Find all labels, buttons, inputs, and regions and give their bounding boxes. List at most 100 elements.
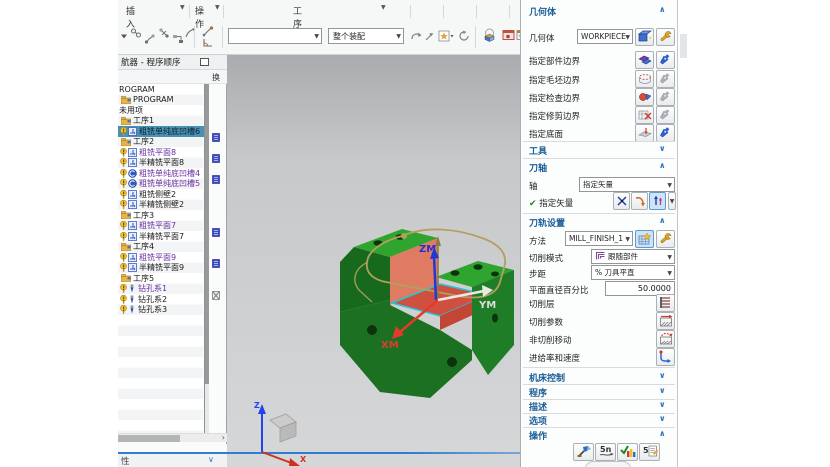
toolchange-marker-icon (212, 253, 220, 262)
tree-group-row[interactable]: 工序2 (118, 137, 204, 148)
method-combo[interactable]: MILL_FINISH_1▼ (565, 231, 633, 246)
stepover-combo[interactable]: % 刀具平直▼ (591, 265, 675, 280)
cut-mode-combo[interactable]: 跟随部件▼ (591, 249, 675, 264)
chevron-down-icon[interactable]: ∨ (208, 455, 214, 464)
mill-operation-icon (128, 200, 137, 209)
tree-operation-row[interactable]: 半精铣平面9 (118, 263, 204, 274)
tree-horizontal-scrollbar[interactable]: › (118, 433, 227, 442)
vector-more-button[interactable]: ▼ (668, 192, 676, 210)
edit-geometry-button[interactable] (656, 28, 675, 46)
edit-wrench-icon (659, 230, 672, 249)
tree-operation-row[interactable]: 半精铣平面7 (118, 231, 204, 242)
view-cube-icon[interactable] (482, 28, 497, 42)
specify-part-boundary-button[interactable] (635, 51, 654, 69)
tree-operation-row[interactable]: 半精铣平面8 (118, 158, 204, 169)
playback-button[interactable]: 5n (595, 443, 616, 461)
tree-item-label: 半精铣平面9 (139, 263, 184, 274)
tree-group-row[interactable]: 工序1 (118, 116, 204, 127)
specify-trim-boundary-button[interactable] (635, 106, 654, 124)
specify-blank-boundary-button[interactable] (635, 70, 654, 88)
section-description[interactable]: 描述∨ (521, 399, 677, 413)
section-machine-control[interactable]: 机床控制∨ (521, 370, 677, 384)
vector-infer-button[interactable] (631, 192, 648, 210)
new-method-button[interactable] (635, 230, 654, 248)
tree-operation-row[interactable]: 粗铣单纯底凹槽4 (118, 168, 204, 179)
tree-operation-row[interactable]: 粗铣单纯底凹槽5 (118, 179, 204, 190)
tree-item-label: 工序5 (133, 273, 154, 284)
operation-dialog: 几何体∧ 几何体 WORKPIECE▼ 指定部件边界指定毛坯边界指定检查边界指定… (520, 0, 678, 467)
tree-item-label: 未用项 (119, 105, 143, 116)
tree-operation-row[interactable]: 钻孔系2 (118, 294, 204, 305)
tree-group-row[interactable]: 工序4 (118, 242, 204, 253)
verify-button[interactable] (617, 443, 638, 461)
star-box-icon[interactable] (438, 30, 454, 42)
assembly-scope-combo[interactable]: 整个装配▼ (328, 28, 404, 44)
tree-operation-row[interactable]: 粗铣单纯底凹槽6 (118, 126, 204, 137)
swap-nodes-icon[interactable] (158, 27, 170, 39)
vector-up-button[interactable] (649, 192, 666, 210)
display-button[interactable] (656, 124, 675, 142)
display-button[interactable] (656, 51, 675, 69)
snap-angle-icon[interactable] (202, 37, 214, 48)
menu-operation-caret[interactable]: ▼ (381, 4, 386, 11)
tree-vertical-scrollbar[interactable] (205, 84, 209, 433)
panel-window-icon[interactable] (200, 58, 209, 66)
display-button[interactable] (656, 70, 675, 88)
cut-levels-button[interactable] (656, 294, 675, 312)
redo-arrow-icon[interactable] (410, 30, 422, 42)
section-path-settings[interactable]: 刀轨设置∧ (521, 215, 677, 229)
tree-operation-row[interactable]: 粗铣侧壁2 (118, 189, 204, 200)
feeds-speeds-button[interactable] (656, 348, 675, 366)
axis-combo[interactable]: 指定矢量▼ (579, 177, 675, 192)
non-cutting-moves-button[interactable] (656, 330, 675, 348)
geometry-combo[interactable]: WORKPIECE▼ (577, 29, 633, 44)
new-geometry-button[interactable] (635, 28, 654, 46)
link-chain-icon[interactable] (130, 27, 142, 39)
tree-operation-row[interactable]: 钻孔系1 (118, 284, 204, 295)
tree-operation-row[interactable]: 粗铣平面7 (118, 221, 204, 232)
tree-operation-row[interactable]: 钻孔系3 (118, 305, 204, 316)
tree-item-label: 粗铣侧壁2 (139, 189, 176, 200)
link-nodes-icon[interactable] (144, 33, 156, 45)
cutting-params-button[interactable] (656, 312, 675, 330)
section-program[interactable]: 程序∨ (521, 385, 677, 399)
section-tool[interactable]: 工具∨ (521, 143, 677, 157)
specify-floor-button[interactable] (635, 124, 654, 142)
window-red-icon[interactable] (502, 29, 515, 41)
tree-operation-row[interactable]: 未用项 (118, 105, 204, 116)
generate-button[interactable] (573, 443, 594, 461)
tree-operation-row[interactable]: 粗铣平面9 (118, 252, 204, 263)
section-tool-axis[interactable]: 刀轴∧ (521, 160, 677, 174)
part-model[interactable]: ZM XM YM (335, 210, 525, 405)
snap-point-icon[interactable] (202, 26, 214, 37)
reorder-nodes-icon[interactable] (172, 33, 184, 45)
tree-operation-row[interactable]: 粗铣平面8 (118, 147, 204, 158)
tree-group-row[interactable]: 工序5 (118, 273, 204, 284)
dropdown-caret-icon[interactable] (120, 32, 128, 40)
list-button[interactable]: 5 (639, 443, 660, 461)
menu-insert-caret[interactable]: ▼ (180, 4, 185, 11)
tree-group-row[interactable]: PROGRAM (118, 95, 204, 106)
tree-operation-row[interactable]: ROGRAM (118, 84, 204, 95)
specify-check-boundary-button[interactable] (635, 88, 654, 106)
tree-group-row[interactable]: 工序3 (118, 210, 204, 221)
menu-operation[interactable]: 工序 (293, 4, 302, 30)
display-button[interactable] (656, 88, 675, 106)
branch-arrow-icon[interactable] (424, 30, 436, 42)
ok-button-partial[interactable] (585, 461, 631, 467)
edit-method-button[interactable] (656, 230, 675, 248)
section-actions[interactable]: 操作∧ (521, 428, 677, 442)
hscroll-right-arrow-icon[interactable]: › (222, 433, 225, 442)
search-combo[interactable]: ▼ (228, 28, 322, 44)
toolchange-marker-icon (212, 127, 220, 136)
rotate-view-icon[interactable] (458, 30, 470, 42)
section-options[interactable]: 选项∨ (521, 413, 677, 427)
section-geometry[interactable]: 几何体∧ (521, 4, 677, 18)
menu-operate-caret[interactable]: ▼ (215, 4, 220, 11)
mcs-xm-label: XM (381, 340, 399, 351)
vector-x-button[interactable] (613, 192, 630, 210)
dependencies-pane[interactable]: 性 ∨ (118, 454, 227, 467)
hscroll-thumb[interactable] (118, 435, 180, 442)
tree-operation-row[interactable]: 半精铣侧壁2 (118, 200, 204, 211)
display-button[interactable] (656, 106, 675, 124)
